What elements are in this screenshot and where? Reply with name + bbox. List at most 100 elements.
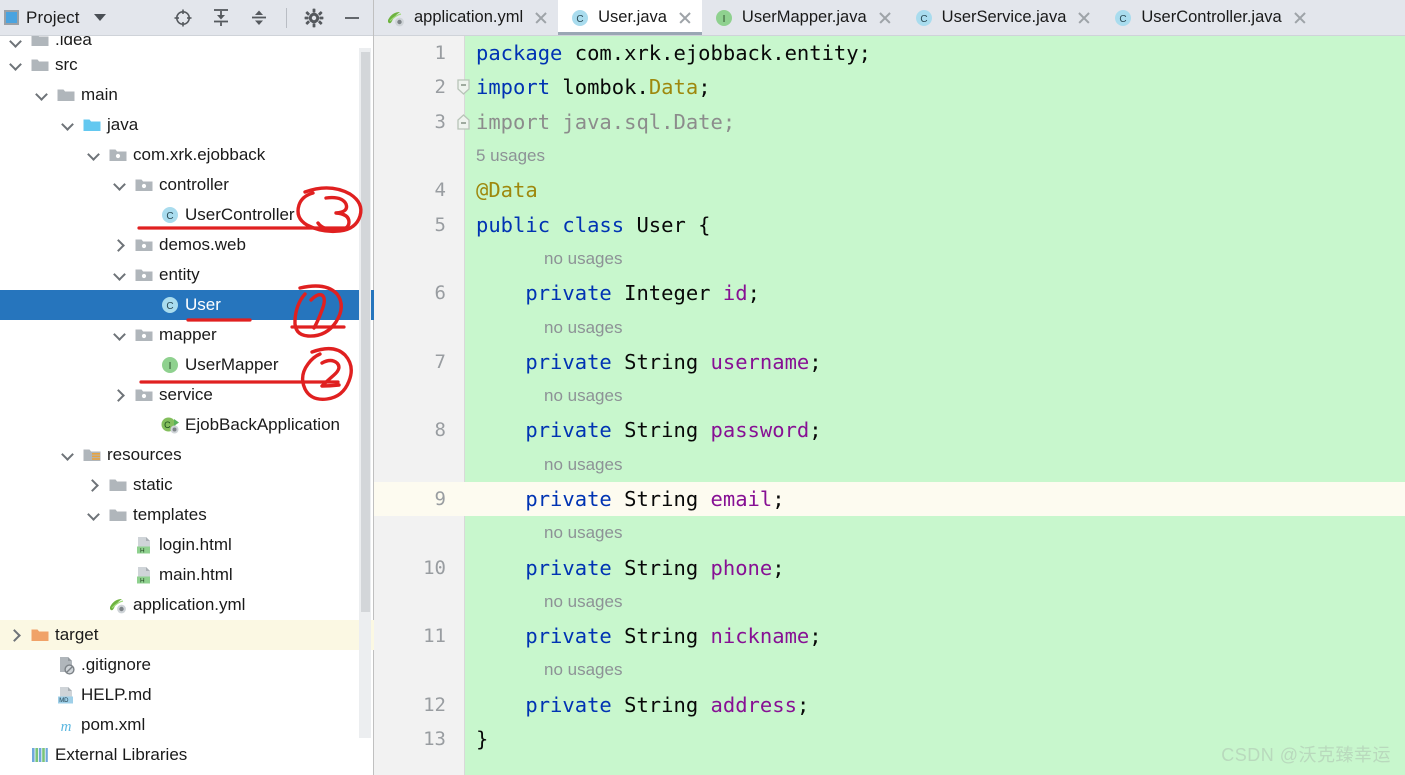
tree-node-user[interactable]: C User xyxy=(0,290,374,320)
code-line[interactable]: 11 private String nickname; xyxy=(374,619,1405,653)
chevron-right-icon[interactable] xyxy=(8,627,24,643)
code-editor[interactable]: 1 package com.xrk.ejobback.entity; 2 import… xyxy=(374,36,1405,775)
tree-node-target[interactable]: target xyxy=(0,620,374,650)
collapse-all-icon[interactable] xyxy=(248,7,270,29)
chevron-right-icon[interactable] xyxy=(86,477,102,493)
expand-all-icon[interactable] xyxy=(210,7,232,29)
chevron-right-icon[interactable] xyxy=(112,387,128,403)
locate-in-tree-icon[interactable] xyxy=(172,7,194,29)
editor-tab-usercontroller-java[interactable]: C UserController.java xyxy=(1101,0,1316,35)
tree-node-static[interactable]: static xyxy=(0,470,374,500)
tree-node-external-libraries[interactable]: External Libraries xyxy=(0,740,374,770)
tree-node-main[interactable]: main xyxy=(0,80,374,110)
chevron-down-icon[interactable] xyxy=(60,117,76,133)
code-line[interactable]: 4 @Data xyxy=(374,173,1405,207)
code-line[interactable]: 10 private String phone; xyxy=(374,550,1405,584)
svg-text:I: I xyxy=(169,361,172,372)
close-icon[interactable] xyxy=(1076,10,1092,26)
usage-hint[interactable]: no usages xyxy=(544,523,622,543)
tree-node-usermapper[interactable]: I UserMapper xyxy=(0,350,374,380)
tree-node-ejobbackapplication[interactable]: C EjobBackApplication xyxy=(0,410,374,440)
code-hint-line[interactable]: no usages xyxy=(374,653,1405,687)
tree-node-mapper[interactable]: mapper xyxy=(0,320,374,350)
code-line[interactable]: 6 private Integer id; xyxy=(374,276,1405,310)
code-text: private String address; xyxy=(476,693,809,717)
tree-node-resources[interactable]: resources xyxy=(0,440,374,470)
code-hint-line[interactable]: no usages xyxy=(374,379,1405,413)
code-token: ; xyxy=(809,624,822,649)
tree-node-label: mapper xyxy=(159,325,217,344)
usage-hint[interactable]: no usages xyxy=(544,249,622,269)
chevron-down-icon[interactable] xyxy=(112,327,128,343)
editor-tab-user-java[interactable]: C User.java xyxy=(558,0,702,35)
close-icon[interactable] xyxy=(677,10,693,26)
tree-node-main-html[interactable]: Hmain.html xyxy=(0,560,374,590)
code-line[interactable]: 1 package com.xrk.ejobback.entity; xyxy=(374,36,1405,70)
chevron-down-icon[interactable] xyxy=(86,147,102,163)
code-line[interactable]: 7 private String username; xyxy=(374,345,1405,379)
code-text: private String phone; xyxy=(476,556,784,580)
chevron-down-icon[interactable] xyxy=(60,447,76,463)
close-icon[interactable] xyxy=(533,10,549,26)
editor-tab-usermapper-java[interactable]: I UserMapper.java xyxy=(702,0,902,35)
code-line[interactable]: 12 private String address; xyxy=(374,688,1405,722)
tree-node-application-yml[interactable]: application.yml xyxy=(0,590,374,620)
minimize-icon[interactable] xyxy=(341,7,363,29)
tree-node-gitignore[interactable]: .gitignore xyxy=(0,650,374,680)
tree-node-help-md[interactable]: MD HELP.md xyxy=(0,680,374,710)
code-line[interactable]: 9 private String email; xyxy=(374,481,1405,517)
tree-node-entity[interactable]: entity xyxy=(0,260,374,290)
tree-node-templates[interactable]: templates xyxy=(0,500,374,530)
sidebar-scrollbar-thumb[interactable] xyxy=(361,52,370,612)
editor-tab-application-yml[interactable]: application.yml xyxy=(374,0,558,35)
usage-hint[interactable]: no usages xyxy=(544,592,622,612)
tree-node-controller[interactable]: controller xyxy=(0,170,374,200)
package-icon xyxy=(135,389,153,401)
code-hint-line[interactable]: no usages xyxy=(374,448,1405,482)
tree-node-com-xrk-ejobback[interactable]: com.xrk.ejobback xyxy=(0,140,374,170)
tree-node-login-html[interactable]: Hlogin.html xyxy=(0,530,374,560)
project-file-tree[interactable]: .idea src main java com.xrk.ejobback controll… xyxy=(0,36,374,775)
close-icon[interactable] xyxy=(877,10,893,26)
chevron-down-icon[interactable] xyxy=(93,14,106,21)
chevron-down-icon[interactable] xyxy=(8,57,24,73)
chevron-right-icon[interactable] xyxy=(112,237,128,253)
tree-node-src[interactable]: src xyxy=(0,50,374,80)
code-line[interactable]: 2 import lombok.Data; xyxy=(374,70,1405,104)
editor-tab-userservice-java[interactable]: C UserService.java xyxy=(902,0,1102,35)
tree-node-java[interactable]: java xyxy=(0,110,374,140)
chevron-down-icon[interactable] xyxy=(112,267,128,283)
usage-hint[interactable]: no usages xyxy=(544,386,622,406)
line-number: 9 xyxy=(434,488,446,510)
chevron-down-icon[interactable] xyxy=(34,87,50,103)
code-hint-line[interactable]: no usages xyxy=(374,585,1405,619)
usage-hint[interactable]: no usages xyxy=(544,455,622,475)
tree-node-pom-xml[interactable]: m pom.xml xyxy=(0,710,374,740)
settings-gear-icon[interactable] xyxy=(303,7,325,29)
no-toggle-spacer xyxy=(34,717,50,733)
folder-source-icon xyxy=(83,119,101,131)
usage-hint[interactable]: no usages xyxy=(544,660,622,680)
code-token: private xyxy=(525,349,625,374)
chevron-down-icon[interactable] xyxy=(112,177,128,193)
tree-node-usercontroller[interactable]: C UserController xyxy=(0,200,374,230)
code-line[interactable]: 8 private String password; xyxy=(374,413,1405,447)
code-hint-line[interactable]: no usages xyxy=(374,242,1405,276)
tree-node-demos-web[interactable]: demos.web xyxy=(0,230,374,260)
tree-node-idea[interactable]: .idea xyxy=(0,36,374,50)
close-icon[interactable] xyxy=(1292,10,1308,26)
code-hint-line[interactable]: 5 usages xyxy=(374,139,1405,173)
usage-hint[interactable]: 5 usages xyxy=(476,146,545,166)
tree-node-service[interactable]: service xyxy=(0,380,374,410)
fold-end-icon[interactable] xyxy=(456,112,471,132)
chevron-down-icon[interactable] xyxy=(8,36,24,50)
usage-hint[interactable]: no usages xyxy=(544,318,622,338)
code-line[interactable]: 5 public class User { xyxy=(374,207,1405,241)
code-hint-line[interactable]: no usages xyxy=(374,516,1405,550)
chevron-down-icon[interactable] xyxy=(86,507,102,523)
code-hint-line[interactable]: no usages xyxy=(374,310,1405,344)
code-line[interactable]: 3 import java.sql.Date; xyxy=(374,105,1405,139)
fold-start-icon[interactable] xyxy=(456,77,471,97)
svg-text:C: C xyxy=(164,420,171,430)
